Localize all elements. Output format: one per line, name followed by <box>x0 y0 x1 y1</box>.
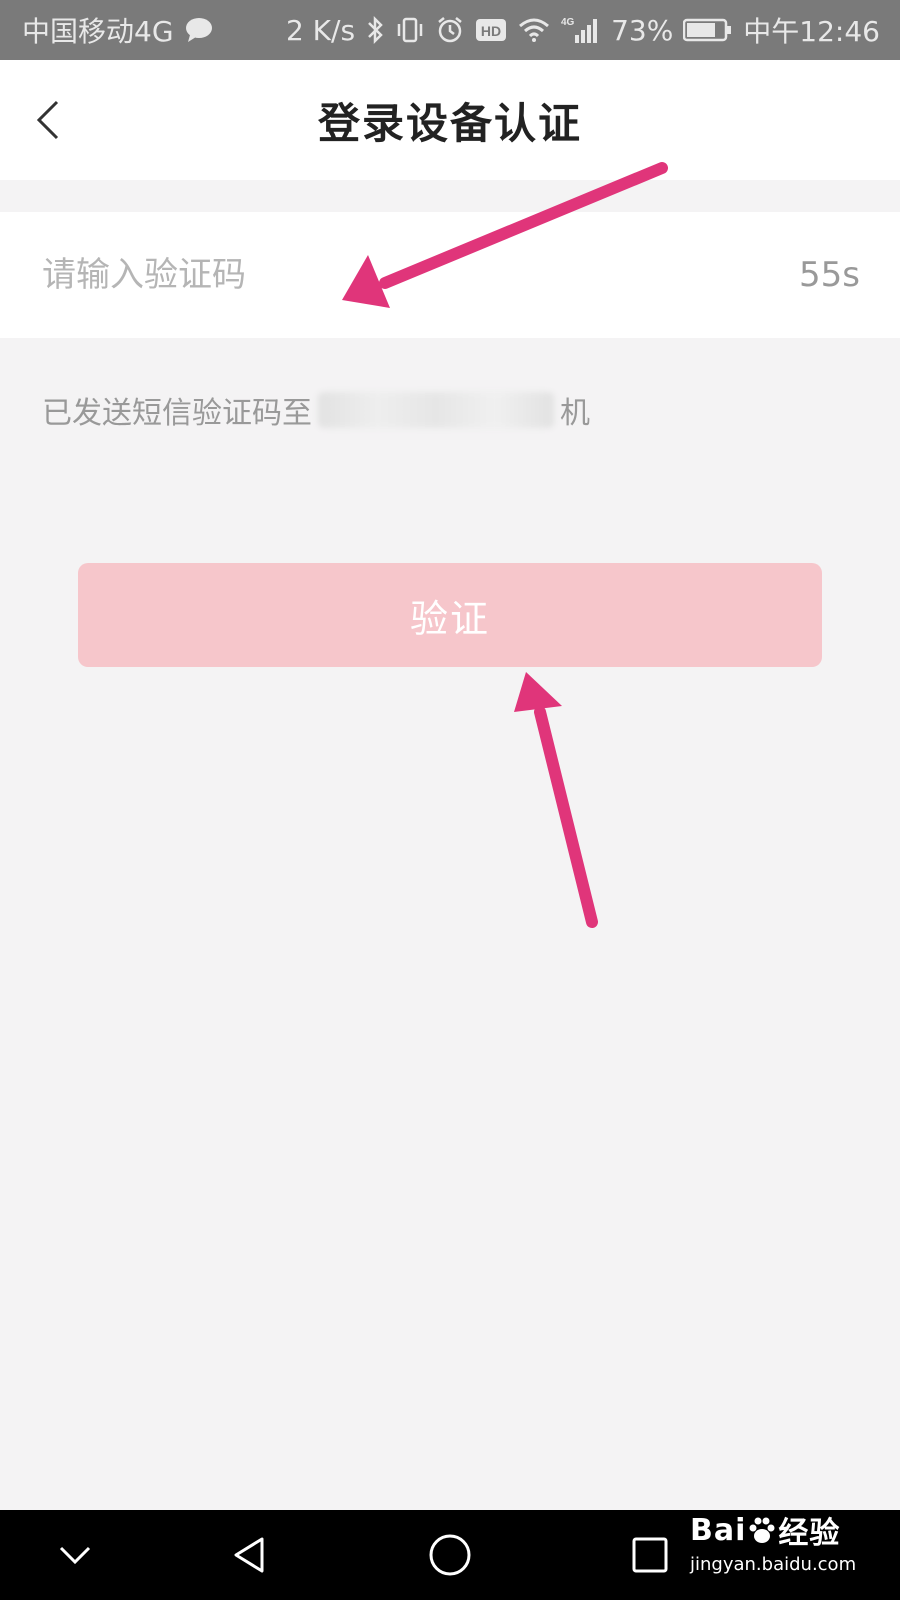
sms-sent-hint: 已发送短信验证码至 机 <box>42 388 590 432</box>
watermark-brand-b: 经验 <box>778 1516 841 1551</box>
circle-home-icon <box>429 1534 471 1576</box>
nav-home-button[interactable] <box>425 1530 475 1580</box>
verify-button[interactable]: 验证 <box>78 563 822 667</box>
status-right: 2 K/s HD 4G 73% 中午12:46 <box>286 10 880 50</box>
clock: 中午12:46 <box>743 15 880 48</box>
sms-hint-prefix: 已发送短信验证码至 <box>42 396 312 431</box>
message-bubble-icon <box>184 17 214 43</box>
watermark-brand: Bai 经验 <box>690 1508 856 1552</box>
chevron-down-icon <box>59 1546 91 1565</box>
paw-icon <box>749 1517 775 1543</box>
redacted-phone-number <box>318 392 554 428</box>
code-input-row: 55s <box>0 212 900 338</box>
square-recents-icon <box>632 1537 668 1573</box>
annotation-arrow-to-button <box>514 672 598 928</box>
hd-icon: HD <box>475 17 507 43</box>
cell-signal-icon: 4G <box>561 15 601 45</box>
nav-back-button[interactable] <box>225 1530 275 1580</box>
baidu-watermark: Bai 经验 jingyan.baidu.com <box>690 1508 857 1576</box>
verification-code-input[interactable] <box>42 255 642 295</box>
sms-hint-suffix: 机 <box>560 396 590 431</box>
resend-countdown: 55s <box>799 255 860 295</box>
watermark-brand-a: Bai <box>690 1512 747 1548</box>
wifi-icon <box>517 16 551 44</box>
vibrate-icon <box>395 15 425 45</box>
nav-hide-button[interactable] <box>50 1530 100 1580</box>
watermark-url: jingyan.baidu.com <box>690 1554 857 1575</box>
network-speed: 2 K/s <box>285 13 356 47</box>
page-header: 登录设备认证 <box>0 60 900 180</box>
status-left: 中国移动4G <box>22 10 214 50</box>
battery-icon <box>683 17 733 43</box>
page-title: 登录设备认证 <box>317 98 582 148</box>
network-type-label: 4G <box>561 17 575 28</box>
carrier-label: 中国移动4G <box>22 15 174 48</box>
back-button[interactable] <box>28 90 68 150</box>
triangle-back-icon <box>234 1537 264 1573</box>
bluetooth-icon <box>365 15 385 45</box>
chevron-left-icon <box>36 100 59 140</box>
hd-text: HD <box>481 23 501 39</box>
alarm-icon <box>435 15 465 45</box>
nav-recents-button[interactable] <box>625 1530 675 1580</box>
battery-percent: 73% <box>611 13 674 47</box>
status-bar: 中国移动4G 2 K/s HD 4G 73% 中午12:46 <box>0 0 900 60</box>
